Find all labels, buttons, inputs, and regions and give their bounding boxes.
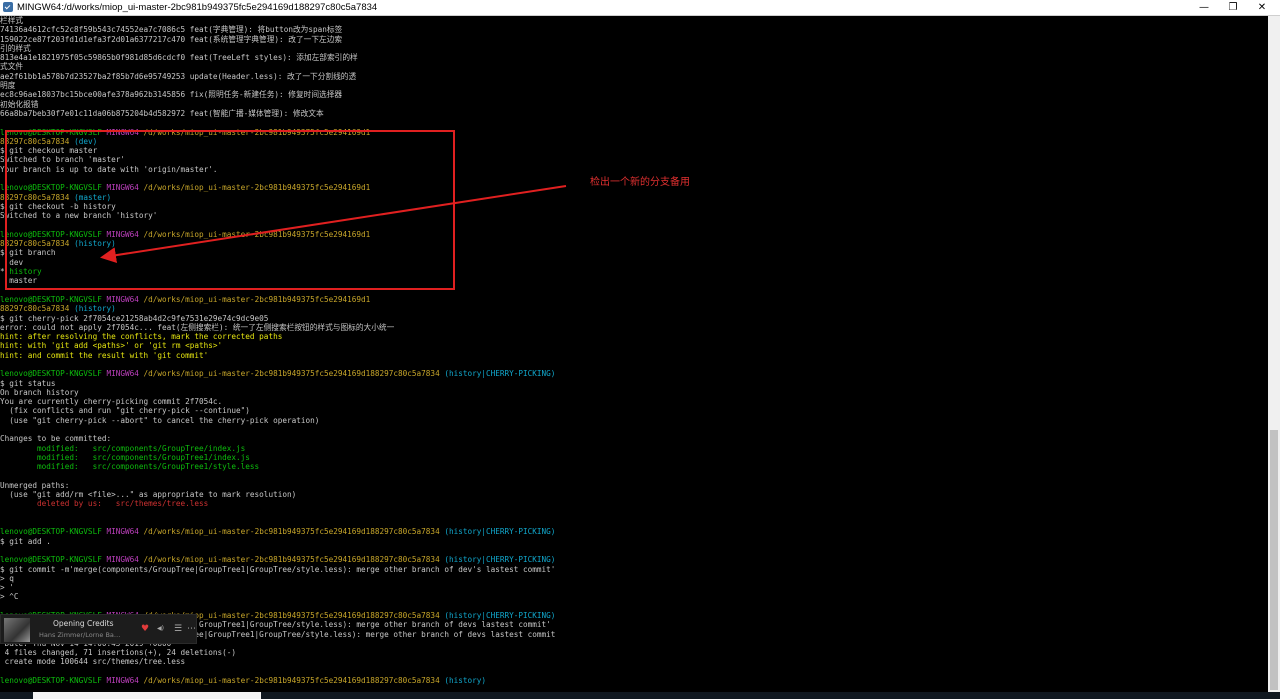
more-icon[interactable]: ⋯	[187, 624, 196, 634]
like-icon[interactable]: ♥	[141, 624, 149, 634]
annotation-arrow	[100, 185, 567, 264]
volume-icon[interactable]: ◀)	[157, 624, 164, 634]
music-player-widget[interactable]: Opening Credits Hans Zimmer/Lorne Ba… ♥ …	[0, 614, 197, 644]
taskbar-search-box[interactable]	[33, 692, 261, 699]
album-art	[4, 618, 30, 642]
track-title: Opening Credits	[53, 619, 114, 628]
track-artist: Hans Zimmer/Lorne Ba…	[39, 631, 121, 639]
playlist-icon[interactable]: ☰	[174, 624, 182, 634]
taskbar	[0, 692, 1280, 699]
annotation-text: 检出一个新的分支备用	[590, 177, 690, 188]
